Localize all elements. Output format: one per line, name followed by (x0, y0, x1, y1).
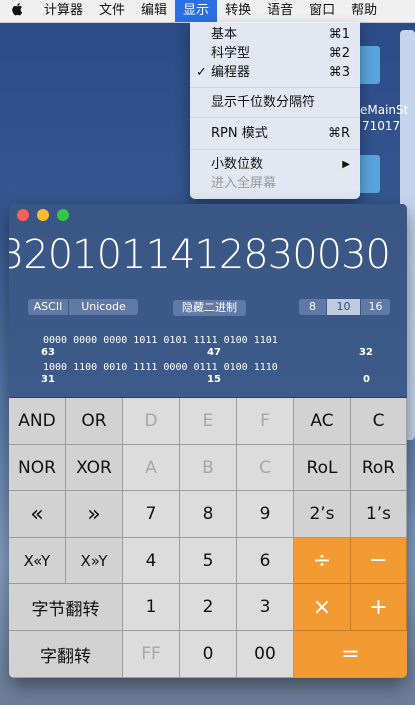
calculator-display: 3201011412830030 ASCII Unicode 隐藏二进制 8 1… (9, 204, 407, 397)
minimize-button[interactable] (37, 209, 49, 221)
digit-0-key[interactable]: 0 (180, 631, 237, 678)
x-shift-left-y-key[interactable]: X«Y (9, 538, 66, 584)
desktop-folder-icon (358, 46, 380, 84)
apple-logo-icon (12, 3, 23, 16)
menu-item-shortcut: ⌘2 (328, 46, 350, 61)
rotate-left-key[interactable]: RoL (294, 445, 351, 491)
menu-item-decimal-places[interactable]: 小数位数 ▶ (190, 155, 360, 174)
digit-7-key[interactable]: 7 (123, 491, 180, 538)
bit-index-label: 63 (41, 347, 55, 358)
keypad: AND OR D E F AC C NOR XOR A B C RoL RoR … (9, 398, 407, 678)
calculator-window: 3201011412830030 ASCII Unicode 隐藏二进制 8 1… (9, 204, 407, 678)
menu-separator (190, 117, 360, 118)
hex-f-key: F (237, 398, 294, 445)
menu-window[interactable]: 窗口 (301, 0, 343, 22)
word-flip-key[interactable]: 字翻转 (9, 631, 123, 678)
menu-item-basic[interactable]: 基本 ⌘1 (190, 25, 360, 44)
menu-item-rpn-mode[interactable]: RPN 模式 ⌘R (190, 124, 360, 143)
menu-item-shortcut: ⌘R (327, 126, 350, 141)
desktop-file-label-2: 71017 (362, 119, 401, 133)
divide-key[interactable]: ÷ (294, 538, 351, 584)
menu-bar: 计算器 文件 编辑 显示 转换 语音 窗口 帮助 (0, 0, 415, 23)
equals-key[interactable]: = (294, 631, 407, 678)
menu-help[interactable]: 帮助 (343, 0, 385, 22)
menu-calculator[interactable]: 计算器 (36, 0, 91, 22)
menu-speech[interactable]: 语音 (259, 0, 301, 22)
hex-d-key: D (123, 398, 180, 445)
rotate-right-key[interactable]: RoR (351, 445, 407, 491)
menu-item-thousands-separator[interactable]: 显示千位数分隔符 (190, 93, 360, 112)
or-key[interactable]: OR (66, 398, 123, 445)
clear-key[interactable]: C (351, 398, 407, 445)
menu-item-label: 科学型 (211, 46, 251, 61)
menu-separator (190, 149, 360, 150)
menu-separator (190, 87, 360, 88)
menu-item-enter-fullscreen: 进入全屏幕 (190, 174, 360, 193)
zoom-button[interactable] (57, 209, 69, 221)
multiply-key[interactable]: × (294, 584, 351, 631)
hex-e-key: E (180, 398, 237, 445)
byte-flip-key[interactable]: 字节翻转 (9, 584, 123, 631)
and-key[interactable]: AND (9, 398, 66, 445)
menu-item-label: 显示千位数分隔符 (211, 95, 316, 110)
digit-3-key[interactable]: 3 (237, 584, 294, 631)
ones-complement-key[interactable]: 1’s (351, 491, 407, 538)
digit-9-key[interactable]: 9 (237, 491, 294, 538)
menu-item-scientific[interactable]: 科学型 ⌘2 (190, 44, 360, 63)
nor-key[interactable]: NOR (9, 445, 66, 491)
bit-index-label: 47 (207, 347, 221, 358)
menu-item-shortcut: ⌘3 (328, 65, 350, 80)
binary-row-low[interactable]: 1000 1100 0010 1111 0000 0111 0100 1110 (43, 362, 278, 373)
hide-binary-button[interactable]: 隐藏二进制 (173, 300, 246, 316)
menu-item-label: 小数位数 (211, 157, 264, 172)
add-key[interactable]: + (351, 584, 407, 631)
desktop-folder-icon-2 (358, 155, 380, 193)
digit-5-key[interactable]: 5 (180, 538, 237, 584)
submenu-arrow-icon: ▶ (342, 159, 350, 170)
shift-left-key[interactable]: « (9, 491, 66, 538)
hex-b-key: B (180, 445, 237, 491)
digit-6-key[interactable]: 6 (237, 538, 294, 584)
menu-edit[interactable]: 编辑 (133, 0, 175, 22)
menu-item-programmer[interactable]: ✓ 编程器 ⌘3 (190, 63, 360, 82)
digit-1-key[interactable]: 1 (123, 584, 180, 631)
binary-row-high[interactable]: 0000 0000 0000 1011 0101 1111 0100 1101 (43, 335, 278, 346)
digit-4-key[interactable]: 4 (123, 538, 180, 584)
ascii-button[interactable]: ASCII (28, 299, 68, 315)
bit-index-label: 0 (363, 374, 370, 385)
hex-ff-key: FF (123, 631, 180, 678)
xor-key[interactable]: XOR (66, 445, 123, 491)
desktop-file-label: eMainSt (360, 103, 409, 117)
menu-view[interactable]: 显示 (175, 0, 218, 22)
bit-index-label: 31 (41, 374, 55, 385)
menu-file[interactable]: 文件 (91, 0, 133, 22)
digit-8-key[interactable]: 8 (180, 491, 237, 538)
menu-item-shortcut: ⌘1 (328, 27, 350, 42)
menu-convert[interactable]: 转换 (217, 0, 259, 22)
close-button[interactable] (17, 209, 29, 221)
bit-index-label: 15 (207, 374, 221, 385)
display-value: 3201011412830030 (9, 232, 391, 278)
shift-right-key[interactable]: » (66, 491, 123, 538)
menu-item-label: RPN 模式 (211, 126, 268, 141)
digit-2-key[interactable]: 2 (180, 584, 237, 631)
subtract-key[interactable]: − (351, 538, 407, 584)
apple-menu-icon[interactable] (6, 2, 28, 20)
unicode-button[interactable]: Unicode (69, 299, 138, 315)
bit-index-label: 32 (359, 347, 373, 358)
x-shift-right-y-key[interactable]: X»Y (66, 538, 123, 584)
menu-item-label: 编程器 (211, 65, 251, 80)
base-10-button[interactable]: 10 (327, 299, 360, 315)
twos-complement-key[interactable]: 2’s (294, 491, 351, 538)
base-16-button[interactable]: 16 (361, 299, 390, 315)
all-clear-key[interactable]: AC (294, 398, 351, 445)
view-menu-dropdown: 基本 ⌘1 科学型 ⌘2 ✓ 编程器 ⌘3 显示千位数分隔符 RPN 模式 ⌘R… (190, 22, 360, 199)
menu-item-label: 基本 (211, 27, 238, 42)
checkmark-icon: ✓ (196, 65, 207, 80)
menu-item-label: 进入全屏幕 (211, 176, 277, 191)
base-8-button[interactable]: 8 (299, 299, 326, 315)
hex-c-key: C (237, 445, 294, 491)
double-zero-key[interactable]: 00 (237, 631, 294, 678)
hex-a-key: A (123, 445, 180, 491)
